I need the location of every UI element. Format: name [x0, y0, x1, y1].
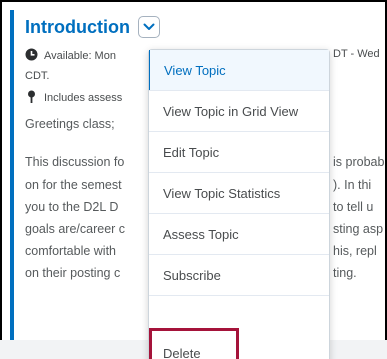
- menu-item-edit-topic[interactable]: Edit Topic: [149, 132, 329, 172]
- availability-line: Available: Mon: [25, 48, 116, 62]
- menu-item-view-topic-grid[interactable]: View Topic in Grid View: [149, 91, 329, 131]
- body-line-1-right: is probab: [333, 155, 385, 169]
- delete-highlight-box: [149, 328, 239, 359]
- chevron-down-icon: [143, 23, 155, 30]
- body-line-4-right: sting asp: [333, 222, 384, 236]
- body-line-2-left: on for the semest: [25, 178, 122, 192]
- pin-icon: [28, 90, 35, 103]
- body-line-3-left: you to the D2L D: [25, 200, 119, 214]
- topic-context-menu: View Topic View Topic in Grid View Edit …: [148, 49, 330, 359]
- body-line-4-left: goals are/career c: [25, 222, 126, 236]
- menu-item-view-statistics[interactable]: View Topic Statistics: [149, 173, 329, 213]
- availability-text-right: DT - Wed: [333, 48, 380, 60]
- menu-item-assess-topic[interactable]: Assess Topic: [149, 214, 329, 254]
- greeting-text: Greetings class;: [25, 117, 115, 131]
- body-line-5-right: his, repl: [333, 244, 377, 258]
- body-line-6-right: ting.: [333, 266, 357, 280]
- menu-item-view-topic[interactable]: View Topic: [149, 50, 329, 90]
- includes-text: Includes assess: [44, 92, 123, 104]
- includes-line: Includes assess: [25, 90, 122, 104]
- menu-divider: [149, 295, 329, 296]
- clock-icon: [25, 48, 38, 61]
- topic-actions-button[interactable]: [137, 16, 160, 38]
- availability-text: Available: Mon: [44, 50, 116, 62]
- body-line-6-left: on their posting c: [25, 266, 121, 280]
- body-line-3-right: to tell u: [333, 200, 374, 214]
- topic-title-row: Introduction: [25, 12, 160, 42]
- menu-item-subscribe[interactable]: Subscribe: [149, 255, 329, 295]
- availability-end: CDT.: [25, 70, 50, 82]
- body-line-2-right: ). In thi: [333, 178, 372, 192]
- body-line-5-left: comfortable with: [25, 244, 117, 258]
- topic-accent-bar: [10, 10, 14, 350]
- topic-title[interactable]: Introduction: [25, 17, 130, 38]
- body-line-1-left: This discussion fo: [25, 155, 125, 169]
